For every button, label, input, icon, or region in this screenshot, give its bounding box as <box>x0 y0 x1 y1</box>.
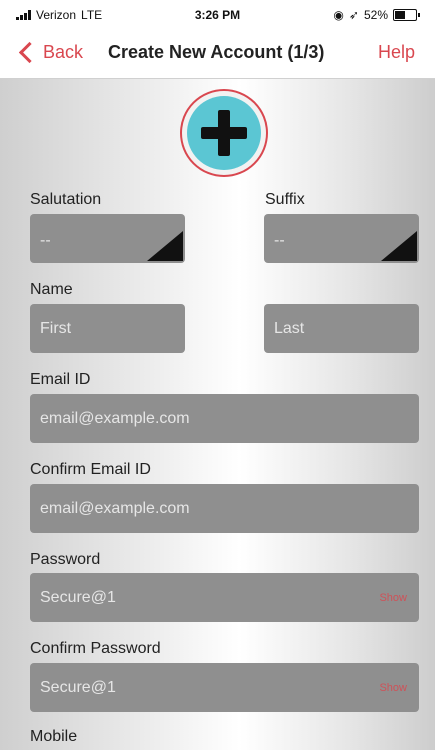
location-icon: ◉ <box>333 8 344 22</box>
show-password-toggle[interactable]: Show <box>379 592 407 604</box>
confirm-email-placeholder: email@example.com <box>40 499 190 517</box>
suffix-value: -- <box>274 232 285 249</box>
chevron-left-icon <box>18 41 41 64</box>
dropdown-corner-icon <box>381 231 417 261</box>
nav-bar: Back Create New Account (1/3) Help <box>0 30 435 79</box>
show-confirm-password-toggle[interactable]: Show <box>379 682 407 694</box>
password-value: Secure@1 <box>40 588 116 606</box>
add-photo-button[interactable] <box>180 89 268 177</box>
salutation-select[interactable]: -- <box>30 214 185 263</box>
confirm-email-input[interactable]: email@example.com <box>30 484 419 533</box>
confirm-email-label: Confirm Email ID <box>30 461 151 478</box>
suffix-label: Suffix <box>265 191 305 208</box>
dropdown-corner-icon <box>147 231 183 261</box>
suffix-select[interactable]: -- <box>264 214 419 263</box>
last-name-placeholder: Last <box>274 319 305 337</box>
plus-icon <box>187 96 261 170</box>
first-name-placeholder: First <box>40 319 72 337</box>
battery-percent: 52% <box>363 8 388 22</box>
salutation-label: Salutation <box>30 191 102 208</box>
password-input[interactable]: Secure@1 Show <box>30 573 419 622</box>
form-content: Salutation -- Suffix -- Name First Last … <box>0 79 435 750</box>
help-button[interactable]: Help <box>378 42 415 63</box>
back-button[interactable]: Back <box>18 41 84 64</box>
password-label: Password <box>30 551 101 568</box>
confirm-password-input[interactable]: Secure@1 Show <box>30 663 419 712</box>
location-arrow-icon: ➶ <box>348 8 359 22</box>
name-label: Name <box>30 281 73 298</box>
email-placeholder: email@example.com <box>40 409 190 427</box>
battery-icon <box>393 9 420 21</box>
confirm-password-value: Secure@1 <box>40 678 116 696</box>
status-bar: Verizon LTE 3:26 PM ◉ ➶ 52% <box>0 0 435 30</box>
first-name-input[interactable]: First <box>30 304 185 353</box>
battery-fill <box>395 11 405 19</box>
mobile-label: Mobile <box>30 728 78 745</box>
email-input[interactable]: email@example.com <box>30 394 419 443</box>
email-label: Email ID <box>30 371 91 388</box>
last-name-input[interactable]: Last <box>264 304 419 353</box>
status-right: ◉ ➶ 52% <box>333 8 420 22</box>
page-title: Create New Account (1/3) <box>108 42 325 62</box>
confirm-password-label: Confirm Password <box>30 640 161 657</box>
back-label: Back <box>43 42 84 62</box>
salutation-value: -- <box>40 232 51 249</box>
